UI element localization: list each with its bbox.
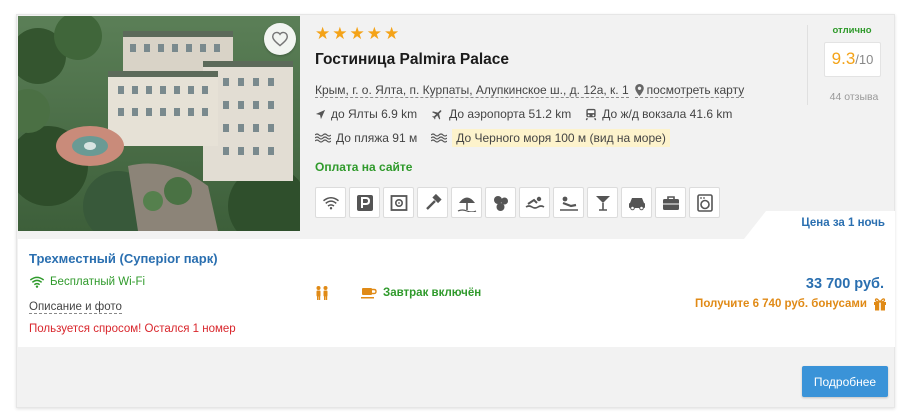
favorite-button[interactable] <box>264 23 296 55</box>
room-wifi: Бесплатный Wi-Fi <box>29 276 145 288</box>
price-per-night-label: Цена за 1 ночь <box>801 217 885 229</box>
amenity-parking[interactable] <box>349 187 380 218</box>
amenity-luggage[interactable] <box>655 187 686 218</box>
description-photo-link[interactable]: Описание и фото <box>29 301 122 314</box>
map-pin-icon <box>634 84 644 96</box>
wifi-icon <box>322 196 339 209</box>
heart-icon <box>271 31 289 47</box>
distance-airport: До аэропорта 51.2 km <box>431 107 571 121</box>
spa-icon <box>493 195 508 211</box>
amenity-swimming[interactable] <box>519 187 550 218</box>
waves-icon <box>431 133 448 143</box>
star-icon: ★ <box>384 24 400 44</box>
demand-notice: Пользуется спросом! Остался 1 номер <box>29 323 236 335</box>
distance-airport-label: До аэропорта 51.2 km <box>449 107 572 121</box>
guests-icon <box>316 286 328 300</box>
rating-max: /10 <box>855 52 874 67</box>
guests-indicator <box>314 285 330 306</box>
amenity-washer[interactable] <box>689 187 720 218</box>
hotel-name[interactable]: Гостиница Palmira Palace <box>315 51 509 69</box>
distance-sea: До Черного моря 100 м (вид на море) <box>431 129 670 147</box>
amenity-safe[interactable] <box>383 187 414 218</box>
amenity-beach[interactable] <box>451 187 482 218</box>
breakfast-info: Завтрак включён <box>361 287 481 299</box>
payment-info: Оплата на сайте <box>315 160 413 174</box>
beach-umbrella-icon <box>457 197 476 212</box>
breakfast-label: Завтрак включён <box>383 287 482 299</box>
review-count[interactable]: 44 отзыва <box>814 91 894 103</box>
bonus-info: Получите 6 740 руб. бонусами <box>695 297 887 311</box>
wifi-icon <box>29 276 45 288</box>
coffee-cup-icon <box>361 288 377 299</box>
bonus-label: Получите 6 740 руб. бонусами <box>695 298 867 310</box>
hotel-card: ★ ★ ★ ★ ★ Гостиница Palmira Palace Крым,… <box>16 14 895 408</box>
room-price: 33 700 руб. <box>805 276 884 292</box>
hotel-photo[interactable] <box>18 16 300 231</box>
amenity-car[interactable] <box>621 187 652 218</box>
cocktail-icon <box>595 195 610 211</box>
distance-sea-label: До Черного моря 100 м (вид на море) <box>452 129 670 147</box>
star-icon: ★ <box>315 24 331 44</box>
gift-icon <box>874 298 886 311</box>
amenity-hammer[interactable] <box>417 187 448 218</box>
swimming-icon <box>525 196 544 209</box>
address-row: Крым, г. о. Ялта, п. Курпаты, Алупкинско… <box>315 83 745 98</box>
distance-beach-label: До пляжа 91 м <box>336 131 418 145</box>
room-offer: Трехместный (Суперior парк) Бесплатный W… <box>18 239 895 347</box>
sauna-icon <box>559 196 578 211</box>
amenity-wifi[interactable] <box>315 187 346 218</box>
airplane-icon <box>432 109 442 119</box>
distances-row: до Ялты 6.9 km До аэропорта 51.2 km До ж… <box>315 107 732 121</box>
amenity-spa[interactable] <box>485 187 516 218</box>
rating-value: 9.3 <box>831 49 856 68</box>
amenity-sauna[interactable] <box>553 187 584 218</box>
distance-beach: До пляжа 91 м <box>315 131 417 145</box>
amenities-list <box>315 187 720 218</box>
train-icon <box>585 108 597 120</box>
price-per-night-tab: Цена за 1 ночь <box>744 211 895 239</box>
amenity-bar[interactable] <box>587 187 618 218</box>
washer-icon <box>696 193 713 212</box>
rating-divider <box>807 25 808 105</box>
luggage-icon <box>662 195 679 210</box>
room-wifi-label: Бесплатный Wi-Fi <box>50 276 146 288</box>
room-name[interactable]: Трехместный (Суперior парк) <box>29 251 218 266</box>
navigation-arrow-icon <box>315 109 326 119</box>
distance-station-label: До ж/д вокзала 41.6 km <box>602 107 733 121</box>
distance-station: До ж/д вокзала 41.6 km <box>585 107 732 121</box>
star-rating: ★ ★ ★ ★ ★ <box>315 25 399 43</box>
distance-city-label: до Ялты 6.9 km <box>331 107 418 121</box>
rating-score[interactable]: 9.3 /10 <box>824 42 881 77</box>
hammer-icon <box>425 193 442 210</box>
details-button[interactable]: Подробнее <box>802 366 888 397</box>
hotel-photo-image <box>18 16 300 231</box>
show-map-link[interactable]: посмотреть карту <box>634 83 745 98</box>
parking-icon <box>356 194 373 211</box>
waves-icon <box>315 133 331 143</box>
car-icon <box>628 197 645 210</box>
distances-row-2: До пляжа 91 м До Черного моря 100 м (вид… <box>315 129 670 147</box>
show-map-label: посмотреть карту <box>646 83 745 97</box>
distance-city: до Ялты 6.9 km <box>315 107 417 121</box>
hotel-address[interactable]: Крым, г. о. Ялта, п. Курпаты, Алупкинско… <box>315 83 629 98</box>
rating-label: отлично <box>832 25 872 36</box>
star-icon: ★ <box>332 24 348 44</box>
safe-icon <box>390 194 407 211</box>
star-icon: ★ <box>349 24 365 44</box>
star-icon: ★ <box>366 24 382 44</box>
